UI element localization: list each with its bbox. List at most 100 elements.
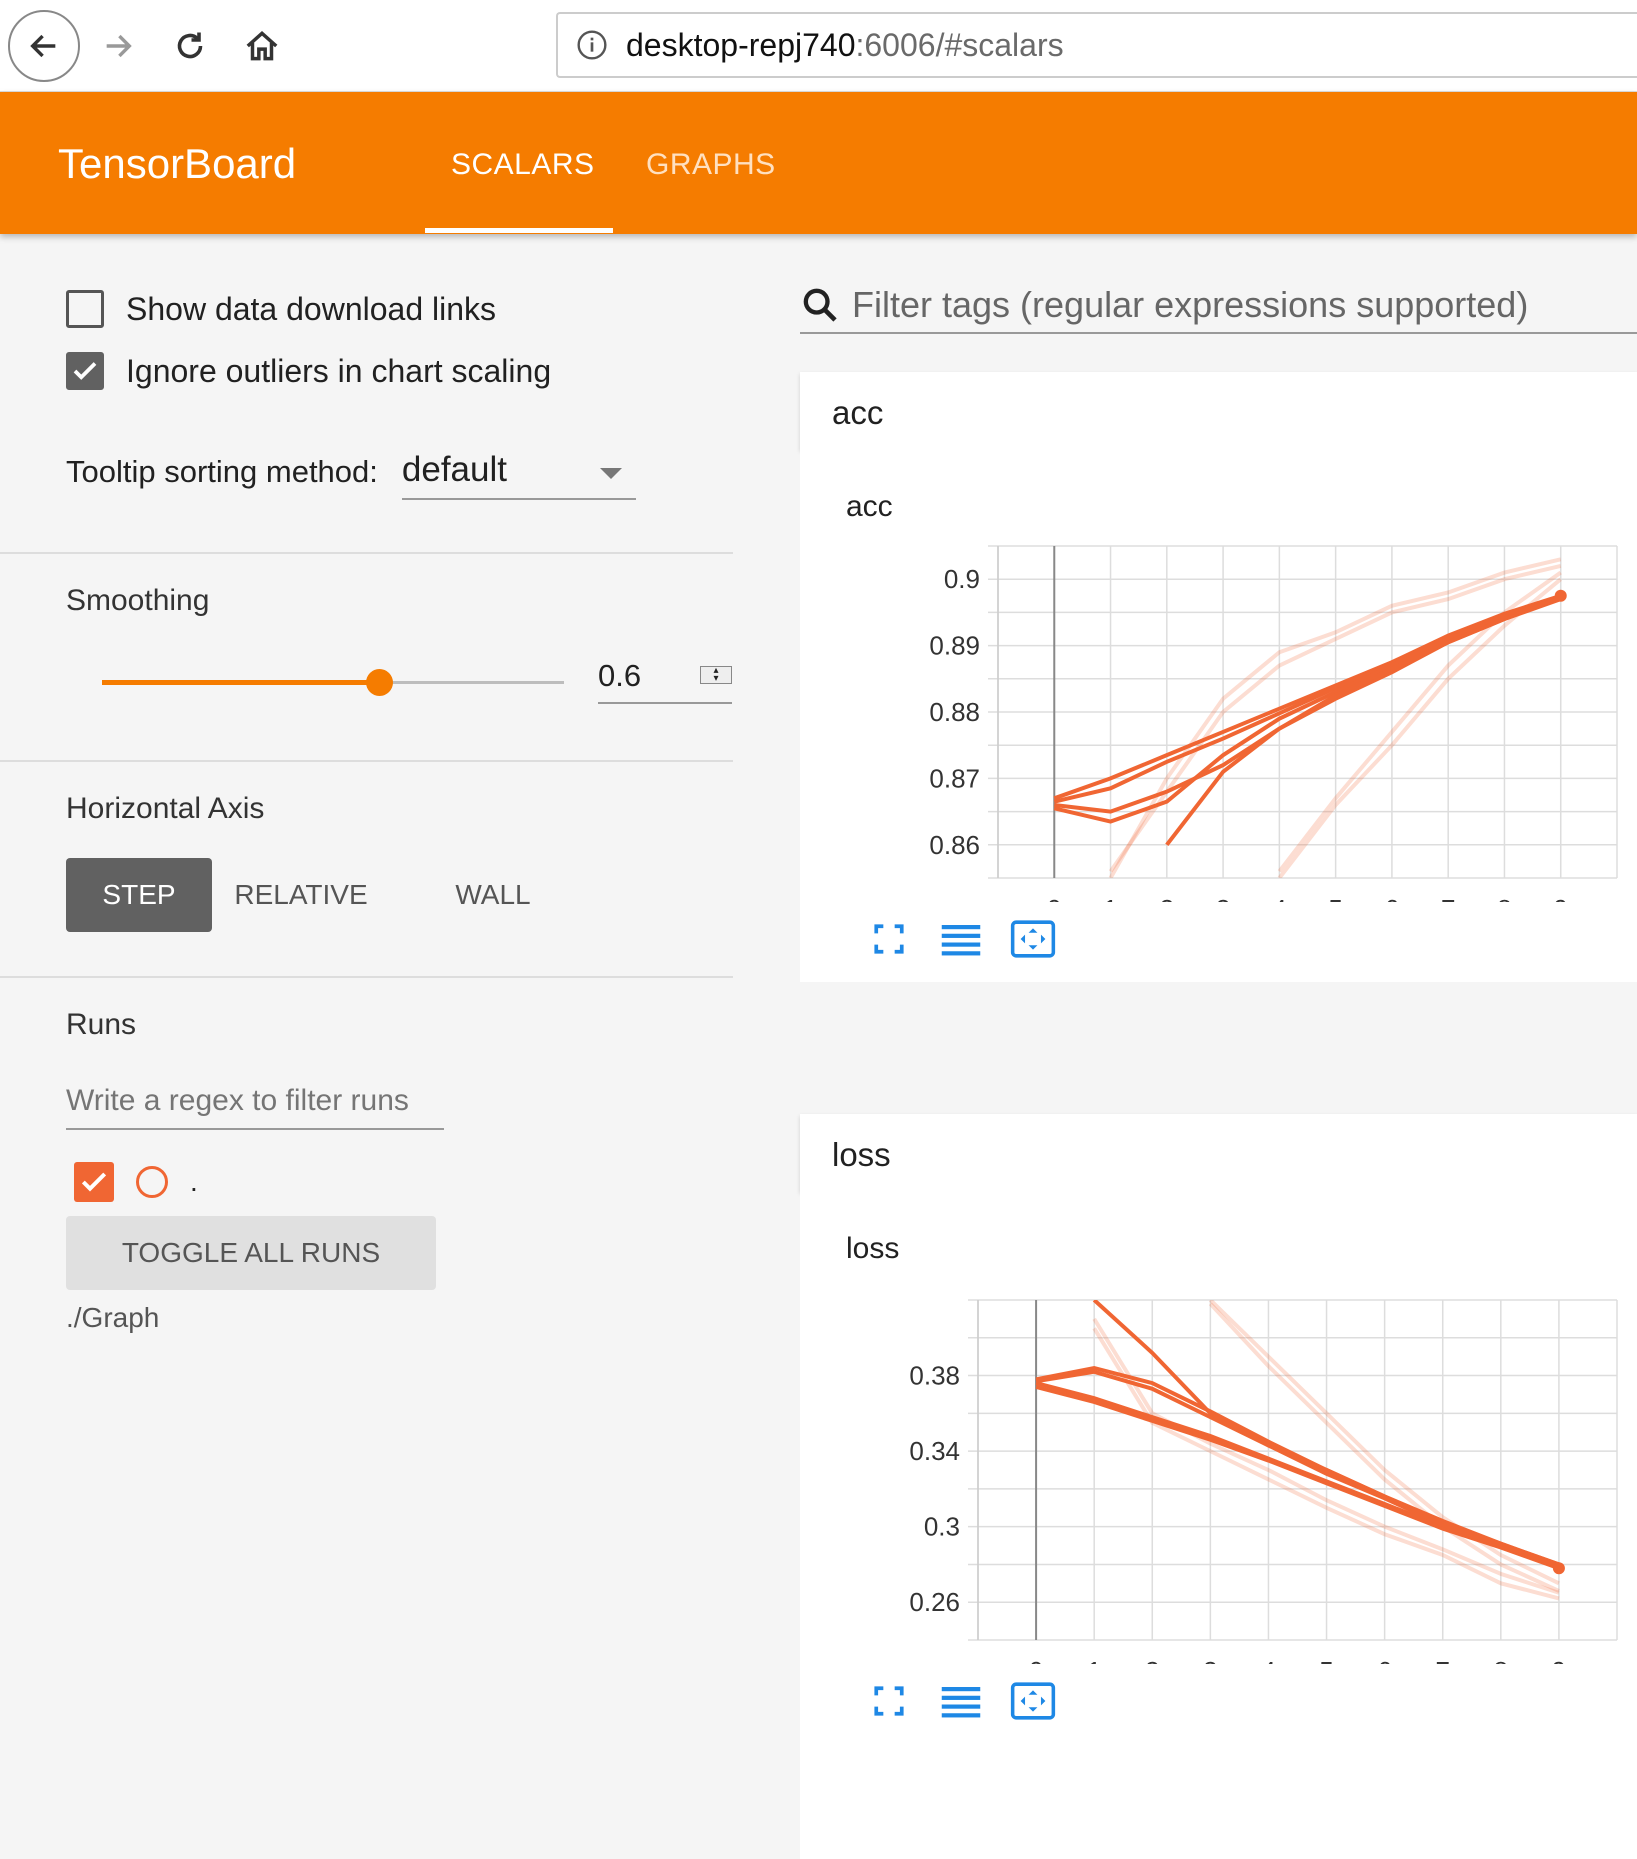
tag-filter-placeholder: Filter tags (regular expressions support…: [852, 284, 1529, 325]
tab-graphs[interactable]: GRAPHS: [646, 148, 776, 182]
reload-icon: [177, 32, 203, 59]
x-tick-label: 6: [1385, 894, 1399, 902]
x-tick-label: 0: [1029, 1656, 1043, 1664]
x-tick-label: 3: [1216, 894, 1230, 902]
ignore-outliers-option[interactable]: Ignore outliers in chart scaling: [66, 352, 551, 390]
fullscreen-button[interactable]: [864, 1676, 914, 1726]
toggle-log-scale-button[interactable]: [936, 1676, 986, 1726]
ignore-outliers-checkbox[interactable]: [66, 352, 104, 390]
raw-series-line: [1277, 570, 1562, 873]
list-lines-icon: [941, 925, 981, 956]
run-name: .: [190, 1166, 198, 1197]
runs-filter-input[interactable]: Write a regex to filter runs: [66, 1084, 444, 1130]
horizontal-axis-title: Horizontal Axis: [66, 792, 265, 825]
address-bar[interactable]: desktop-repj740:6006/#scalars: [556, 12, 1637, 78]
spinner-icon[interactable]: ▴ ▾: [700, 666, 732, 684]
divider: [0, 760, 733, 762]
chart-card-acc: acc 0.86 0.87 0.88 0.89 0.9 0 1 2 3 4 5 6 7 8 9: [800, 450, 1637, 982]
x-tick-label: 3: [1203, 1656, 1217, 1664]
smoothing-value: 0.6: [598, 658, 642, 693]
search-icon: [803, 288, 837, 322]
loss-chart[interactable]: 0.26 0.3 0.34 0.38 0 1 2 3 4 5 6 7 8 9: [800, 1264, 1637, 1664]
y-tick-label: 0.3: [924, 1512, 960, 1542]
x-tick-label: 1: [1103, 894, 1117, 902]
reload-button[interactable]: [154, 10, 226, 82]
run-color-circle-icon[interactable]: [136, 1166, 168, 1198]
y-tick-label: 0.26: [909, 1587, 960, 1617]
ignore-outliers-label: Ignore outliers in chart scaling: [126, 352, 552, 389]
show-download-links-option[interactable]: Show data download links: [66, 290, 496, 328]
x-tick-label: 5: [1319, 1656, 1333, 1664]
acc-chart[interactable]: 0.86 0.87 0.88 0.89 0.9 0 1 2 3 4 5 6 7 8 9: [800, 522, 1637, 902]
card-header-loss[interactable]: loss: [800, 1114, 1637, 1192]
divider: [0, 552, 733, 554]
tag-filter-input[interactable]: Filter tags (regular expressions support…: [800, 278, 1637, 334]
x-tick-label: 4: [1272, 894, 1286, 902]
show-download-links-checkbox[interactable]: [66, 290, 104, 328]
x-tick-label: 6: [1377, 1656, 1391, 1664]
tooltip-sorting-select[interactable]: default: [401, 450, 636, 500]
home-button[interactable]: [226, 10, 298, 82]
series-line: [1165, 595, 1562, 847]
toggle-all-runs-button[interactable]: TOGGLE ALL RUNS: [66, 1216, 436, 1290]
x-tick-label: 2: [1145, 1656, 1159, 1664]
smoothing-input[interactable]: 0.6 ▴ ▾: [598, 658, 732, 704]
fullscreen-button[interactable]: [864, 914, 914, 964]
tooltip-sorting-row: Tooltip sorting method: default: [66, 450, 636, 500]
smoothing-slider-knob[interactable]: [366, 669, 394, 696]
divider: [0, 976, 733, 978]
back-button[interactable]: [8, 10, 80, 82]
fit-domain-button[interactable]: [1008, 914, 1058, 964]
main-panel: Filter tags (regular expressions support…: [760, 234, 1637, 1859]
axis-wall-button[interactable]: WALL: [432, 858, 554, 932]
x-tick-label: 0: [1047, 894, 1061, 902]
toggle-log-scale-button[interactable]: [936, 914, 986, 964]
x-tick-label: 5: [1328, 894, 1342, 902]
series-end-point: [1552, 1562, 1565, 1575]
info-icon: [577, 30, 607, 60]
forward-button[interactable]: [82, 10, 154, 82]
y-tick-label: 0.9: [944, 564, 980, 594]
tooltip-sorting-label: Tooltip sorting method:: [66, 454, 378, 489]
raw-series-line: [1277, 577, 1563, 878]
checkmark-icon: [81, 1172, 107, 1192]
active-tab-indicator: [425, 228, 613, 233]
plot-area: [1053, 557, 1563, 878]
smoothing-slider-fill: [102, 680, 380, 685]
url-path: :6006/#scalars: [855, 26, 1064, 63]
fullscreen-icon: [874, 1686, 904, 1716]
x-tick-label: 4: [1261, 1656, 1275, 1664]
y-tick-label: 0.34: [909, 1436, 960, 1466]
runs-title: Runs: [66, 1008, 137, 1041]
x-tick-label: 8: [1497, 894, 1511, 902]
plot-area: [1035, 1300, 1560, 1601]
run-checkbox[interactable]: [74, 1162, 114, 1202]
tab-scalars[interactable]: SCALARS: [451, 148, 595, 182]
y-tick-label: 0.38: [909, 1361, 960, 1391]
smoothing-title: Smoothing: [66, 584, 210, 617]
checkmark-icon: [73, 362, 97, 380]
home-icon: [246, 31, 278, 61]
chart-toolbar: [864, 1676, 1058, 1726]
list-lines-icon: [941, 1687, 981, 1718]
x-tick-label: 9: [1552, 1656, 1566, 1664]
fit-domain-button[interactable]: [1008, 1676, 1058, 1726]
x-tick-label: 8: [1494, 1656, 1508, 1664]
show-download-links-label: Show data download links: [126, 290, 497, 327]
chart-title: loss: [846, 1232, 900, 1265]
axis-step-button[interactable]: STEP: [66, 858, 212, 932]
fit-to-data-icon: [1010, 920, 1056, 958]
axis-relative-button[interactable]: RELATIVE: [226, 858, 376, 932]
y-tick-label: 0.87: [929, 763, 980, 793]
y-tick-label: 0.89: [929, 631, 980, 661]
brand-title: TensorBoard: [58, 140, 297, 187]
run-item[interactable]: .: [74, 1162, 198, 1202]
card-header-acc[interactable]: acc: [800, 372, 1637, 450]
arrow-right-icon: [106, 34, 132, 58]
y-tick-label: 0.86: [929, 830, 980, 860]
chart-card-loss: loss 0.26 0.3 0.34 0.38 0 1 2 3 4 5 6 7 8 9: [800, 1192, 1637, 1859]
arrow-left-icon: [30, 34, 56, 58]
dropdown-caret-icon: [599, 468, 622, 479]
chart-toolbar: [864, 914, 1058, 964]
x-tick-label: 1: [1087, 1656, 1101, 1664]
